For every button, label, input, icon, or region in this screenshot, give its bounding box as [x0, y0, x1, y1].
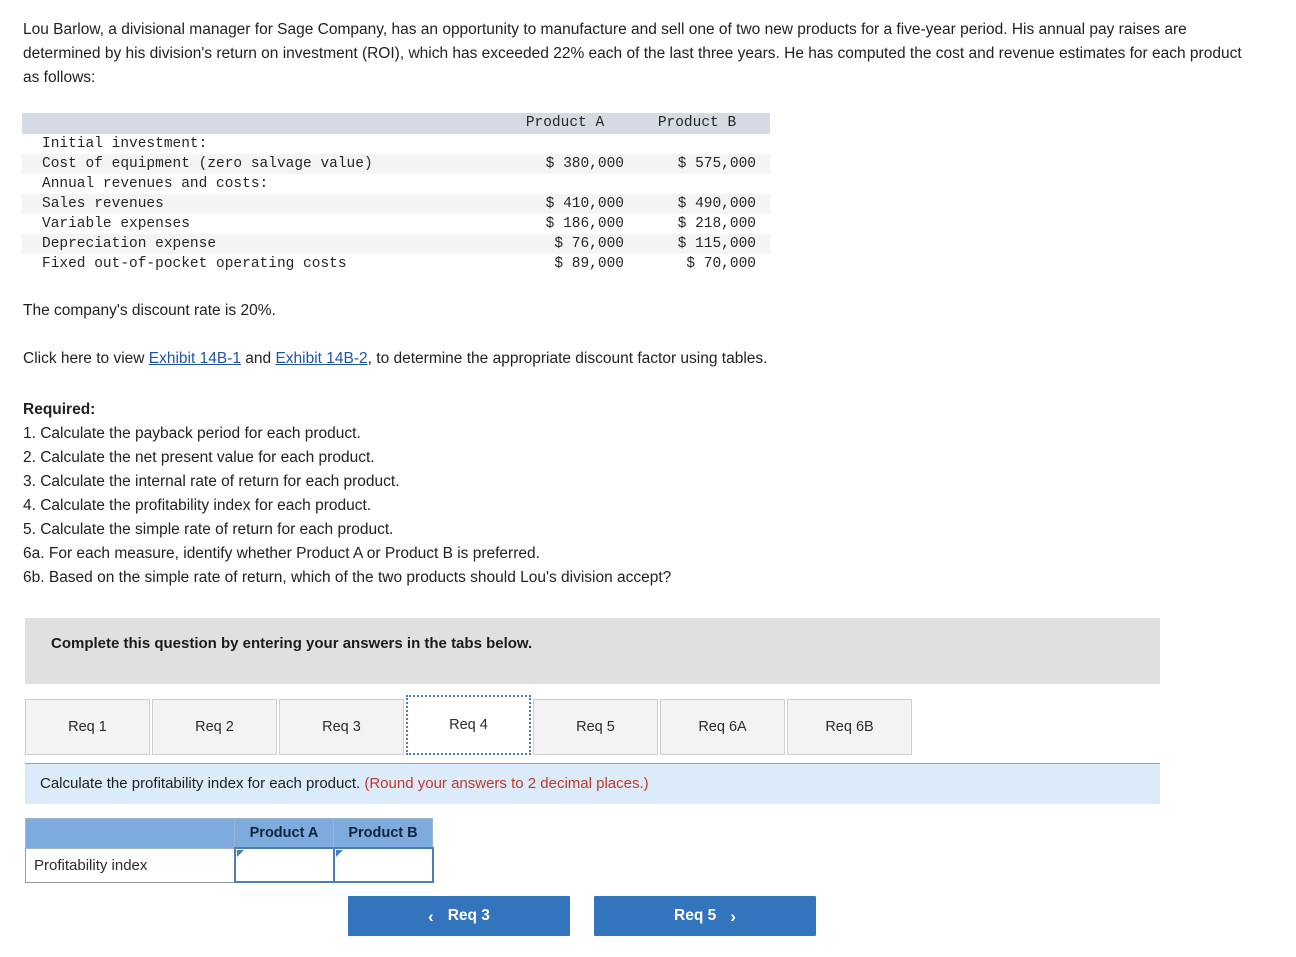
- exhibit-middle-text: and: [240, 350, 276, 367]
- discount-rate-text: The company's discount rate is 20%.: [23, 302, 276, 319]
- row-label: Initial investment:: [42, 136, 208, 152]
- profitability-index-b-cell[interactable]: [332, 847, 434, 883]
- required-block: Required: 1. Calculate the payback perio…: [23, 398, 671, 590]
- instruction-main-text: Calculate the profitability index for ea…: [40, 775, 365, 792]
- question-page: Lou Barlow, a divisional manager for Sag…: [0, 0, 1296, 957]
- row-label: Variable expenses: [42, 216, 190, 232]
- required-title: Required:: [23, 401, 96, 418]
- previous-req-label: Req 3: [447, 907, 490, 924]
- row-value-a: $ 89,000: [554, 256, 624, 272]
- exhibit-14b-1-link[interactable]: Exhibit 14B-1: [149, 350, 241, 367]
- instructions-banner: Complete this question by entering your …: [25, 618, 1160, 684]
- tab-req-4[interactable]: Req 4: [406, 695, 531, 755]
- row-value-a: [506, 134, 638, 154]
- table-row: Variable expenses $ 186,000 $ 218,000: [22, 214, 770, 234]
- answer-header-product-b: Product B: [333, 818, 433, 849]
- tab-req-5[interactable]: Req 5: [533, 699, 658, 755]
- table-row: Fixed out-of-pocket operating costs $ 89…: [22, 254, 770, 274]
- row-value-b: $ 575,000: [638, 154, 770, 174]
- row-label: Sales revenues: [22, 194, 506, 214]
- tab-instruction-text: Calculate the profitability index for ea…: [40, 775, 649, 792]
- row-value-a: $ 186,000: [545, 216, 624, 232]
- exhibit-prefix-text: Click here to view: [23, 350, 149, 367]
- answer-header-product-a: Product A: [234, 818, 334, 849]
- row-label: Annual revenues and costs:: [42, 176, 269, 192]
- required-item-6a: 6a. For each measure, identify whether P…: [23, 545, 540, 562]
- required-item-4: 4. Calculate the profitability index for…: [23, 497, 372, 514]
- cell-corner-marker-icon: [236, 850, 244, 857]
- required-item-3: 3. Calculate the internal rate of return…: [23, 473, 400, 490]
- estimates-table: Product A Product B Initial investment: …: [22, 113, 770, 274]
- question-intro-text: Lou Barlow, a divisional manager for Sag…: [23, 21, 1242, 86]
- chevron-left-icon: ‹: [428, 906, 434, 926]
- answer-row-label: Profitability index: [25, 847, 235, 883]
- exhibit-suffix-text: , to determine the appropriate discount …: [367, 350, 768, 367]
- tab-req-6a[interactable]: Req 6A: [660, 699, 785, 755]
- cell-corner-marker-icon: [335, 850, 343, 857]
- required-item-1: 1. Calculate the payback period for each…: [23, 425, 361, 442]
- requirement-tabs: Req 1 Req 2 Req 3 Req 4 Req 5 Req 6A Req…: [25, 695, 914, 755]
- rounding-note-text: (Round your answers to 2 decimal places.…: [364, 775, 649, 792]
- row-value-a: [506, 174, 638, 194]
- header-product-a: Product A: [506, 113, 638, 134]
- answer-data-row: Profitability index: [25, 847, 434, 883]
- next-req-label: Req 5: [674, 907, 717, 924]
- row-label: Depreciation expense: [22, 234, 506, 254]
- navigation-buttons: ‹ Req 3 Req 5 ›: [348, 896, 816, 936]
- exhibit-links-line: Click here to view Exhibit 14B-1 and Exh…: [23, 348, 767, 370]
- row-value-b: [638, 174, 770, 194]
- profitability-index-a-input[interactable]: [235, 849, 333, 881]
- tab-instruction-bar: Calculate the profitability index for ea…: [25, 763, 1160, 804]
- answer-table: Product A Product B Profitability index: [25, 818, 434, 883]
- row-value-b: $ 490,000: [638, 194, 770, 214]
- row-value-b: $ 70,000: [686, 256, 756, 272]
- header-blank-cell: [22, 113, 506, 134]
- table-header-row: Product A Product B: [22, 113, 770, 134]
- instructions-banner-text: Complete this question by entering your …: [51, 635, 533, 652]
- tab-req-6b[interactable]: Req 6B: [787, 699, 912, 755]
- estimates-table-body: Product A Product B Initial investment: …: [22, 113, 770, 274]
- required-item-5: 5. Calculate the simple rate of return f…: [23, 521, 394, 538]
- table-row: Annual revenues and costs:: [22, 174, 770, 194]
- row-value-a: $ 380,000: [506, 154, 638, 174]
- previous-req-button[interactable]: ‹ Req 3: [348, 896, 570, 936]
- exhibit-14b-2-link[interactable]: Exhibit 14B-2: [275, 350, 367, 367]
- table-row: Depreciation expense $ 76,000 $ 115,000: [22, 234, 770, 254]
- tab-req-1[interactable]: Req 1: [25, 699, 150, 755]
- header-product-b: Product B: [638, 113, 770, 134]
- next-req-button[interactable]: Req 5 ›: [594, 896, 816, 936]
- row-label: Fixed out-of-pocket operating costs: [42, 256, 347, 272]
- table-row: Cost of equipment (zero salvage value) $…: [22, 154, 770, 174]
- required-item-6b: 6b. Based on the simple rate of return, …: [23, 569, 672, 586]
- tab-req-3[interactable]: Req 3: [279, 699, 404, 755]
- row-value-b: $ 218,000: [677, 216, 756, 232]
- row-value-b: [638, 134, 770, 154]
- table-row: Sales revenues $ 410,000 $ 490,000: [22, 194, 770, 214]
- row-label: Cost of equipment (zero salvage value): [22, 154, 506, 174]
- tab-req-2[interactable]: Req 2: [152, 699, 277, 755]
- table-row: Initial investment:: [22, 134, 770, 154]
- profitability-index-b-input[interactable]: [334, 849, 432, 881]
- row-value-b: $ 115,000: [638, 234, 770, 254]
- answer-header-row: Product A Product B: [25, 818, 433, 849]
- answer-table-body: Product A Product B Profitability index: [25, 818, 434, 883]
- answer-corner-cell: [25, 818, 235, 849]
- chevron-right-icon: ›: [730, 906, 736, 926]
- required-item-2: 2. Calculate the net present value for e…: [23, 449, 375, 466]
- row-value-a: $ 410,000: [506, 194, 638, 214]
- profitability-index-a-cell[interactable]: [233, 847, 335, 883]
- row-value-a: $ 76,000: [506, 234, 638, 254]
